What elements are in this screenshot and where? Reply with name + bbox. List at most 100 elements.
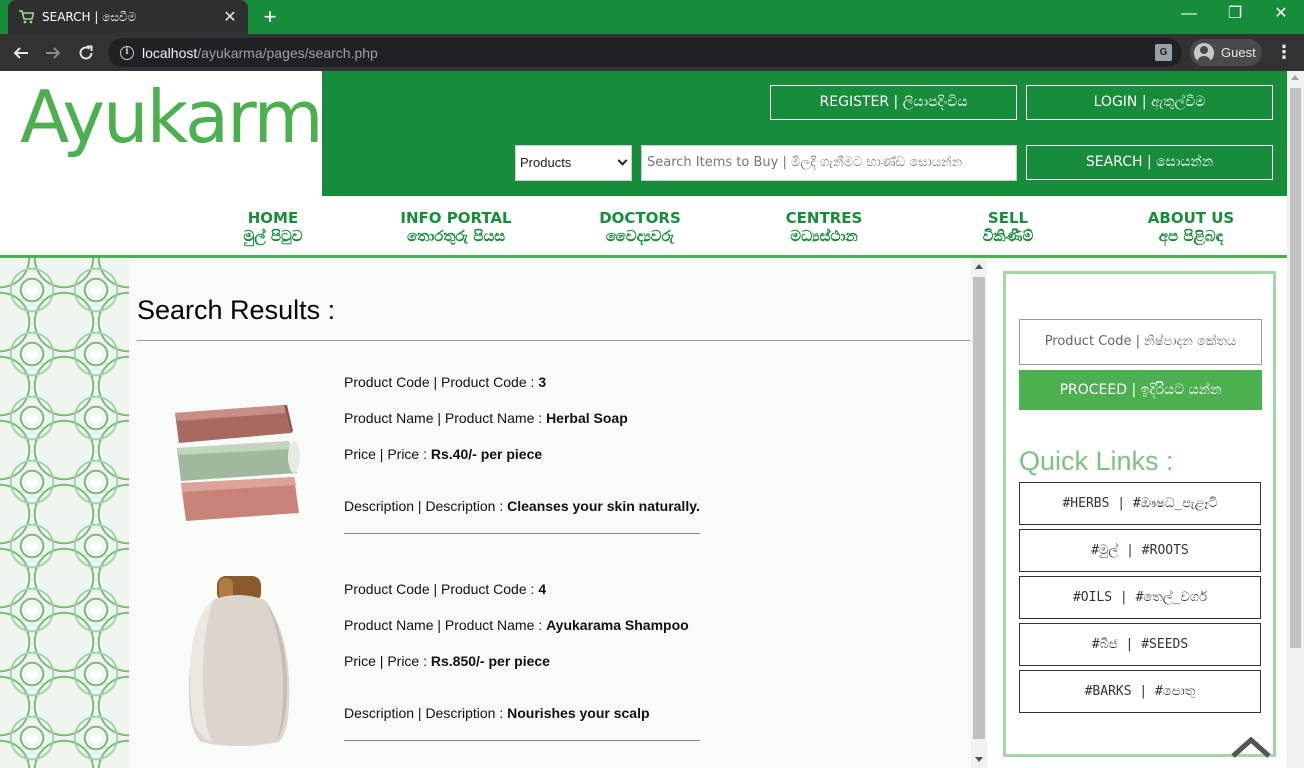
nav-label-en: INFO PORTAL [400,209,512,227]
site-logo[interactable]: Ayukarma [20,75,366,159]
scroll-to-top-icon[interactable] [1230,735,1272,759]
quick-link-oils[interactable]: #OILS | #තෙල්_වර්ග [1019,576,1261,619]
new-tab-button[interactable]: + [256,4,284,30]
product-name-label: Product Name | Product Name : [344,410,547,426]
category-select-value: Products [520,155,572,170]
soap-product-image [159,393,319,543]
product-price-label: Price | Price : [344,446,431,462]
nav-item-centres[interactable]: CENTRES මධ්‍යස්ථාන [744,209,904,245]
site-header: REGISTER | ලියාපදිංචිය LOGIN | ඇතුල්වීම … [322,71,1287,196]
product-price-value: Rs.40/- per piece [430,446,543,462]
search-button[interactable]: SEARCH | සොයන්න [1026,145,1273,180]
nav-label-si: වෛද්‍යවරු [605,227,675,245]
product-description-line: Description | Description : Cleanses you… [344,498,700,514]
product-code-value: 4 [538,581,547,597]
kebab-menu-icon[interactable]: ⋮ [1275,40,1293,66]
logo-area: Ayukarma [0,71,366,196]
url-field[interactable]: i localhost/ayukarma/pages/search.php G [108,38,1182,67]
product-name-value: Ayukarama Shampoo [546,617,689,633]
nav-item-about-us[interactable]: ABOUT US අප පිළිබඳ [1111,209,1271,245]
product-name-value: Herbal Soap [546,410,628,426]
divider [344,740,700,741]
profile-label: Guest [1221,45,1256,60]
product-name-line: Product Name | Product Name : Herbal Soa… [344,410,628,426]
close-window-button[interactable]: ✕ [1258,0,1304,30]
search-results-panel: Search Results : Product Code | Product … [129,258,971,768]
product-price-label: Price | Price : [344,653,431,669]
scroll-down-arrow-icon[interactable] [975,757,983,762]
profile-button[interactable]: Guest [1190,39,1262,66]
scroll-up-arrow-icon[interactable] [1291,75,1299,80]
sidebar-panel: Product Code | නිෂ්පාදන කේතය PROCEED | ඉ… [1003,271,1276,757]
register-button[interactable]: REGISTER | ලියාපදිංචිය [770,85,1017,120]
product-name-label: Product Name | Product Name : [344,617,547,633]
product-code-label: Product Code | Product Code : [344,581,539,597]
quick-link-herbs[interactable]: #HERBS | #ඖෂධ_පැළෑටි [1019,482,1261,525]
nav-label-en: HOME [247,209,299,227]
tab-title: SEARCH | සෙවීම [42,9,137,24]
decorative-pattern [0,258,129,768]
nav-item-sell[interactable]: SELL විකිණීම් [928,209,1088,245]
category-select[interactable]: Products [515,145,632,181]
product-code-line: Product Code | Product Code : 3 [344,374,546,390]
tab-close-icon[interactable]: ✕ [222,7,238,27]
product-card: Product Code | Product Code : 4 Product … [129,570,971,768]
nav-item-info-portal[interactable]: INFO PORTAL තොරතුරු පියස [376,209,536,245]
nav-label-en: CENTRES [785,209,863,227]
maximize-button[interactable]: ❐ [1212,0,1258,30]
page-title: Search Results : [137,295,336,325]
quick-link-roots[interactable]: #මුල් | #ROOTS [1019,529,1261,572]
product-description-line: Description | Description : Nourishes yo… [344,705,650,721]
chevron-down-icon [617,155,628,166]
product-code-value: 3 [538,374,547,390]
nav-label-en: ABOUT US [1147,209,1235,227]
url-path: /ayukarma/pages/search.php [197,44,378,61]
product-description-label: Description | Description : [344,705,508,721]
proceed-button[interactable]: PROCEED | ඉදිරියට යන්න [1019,370,1262,410]
divider [344,533,700,534]
scrollbar-thumb[interactable] [973,277,985,739]
back-arrow-icon[interactable] [8,40,34,66]
nav-label-en: DOCTORS [599,209,681,227]
quick-links-title: Quick Links : [1019,446,1174,476]
avatar-icon [1194,42,1214,63]
nav-item-doctors[interactable]: DOCTORS වෛද්‍යවරු [560,209,720,245]
search-input[interactable]: Search Items to Buy | මිලදී ගැනීමට භාණ්ඩ… [641,145,1017,181]
product-code-input[interactable]: Product Code | නිෂ්පාදන කේතය [1019,319,1262,365]
divider [137,340,970,341]
scrollbar-thumb[interactable] [1290,88,1301,648]
quick-link-seeds[interactable]: #බීජ | #SEEDS [1019,623,1261,666]
forward-arrow-icon[interactable] [40,40,66,66]
product-description-label: Description | Description : [344,498,508,514]
nav-item-home[interactable]: HOME මුල් පිටුව [193,209,353,245]
results-scrollbar[interactable] [971,258,987,768]
product-name-line: Product Name | Product Name : Ayukarama … [344,617,689,633]
browser-tab-bar: SEARCH | සෙවීම ✕ + — ❐ ✕ [0,0,1304,34]
browser-tab[interactable]: SEARCH | සෙවීම ✕ [8,0,248,34]
minimize-button[interactable]: — [1166,0,1212,30]
product-price-line: Price | Price : Rs.850/- per piece [344,653,550,669]
product-price-value: Rs.850/- per piece [430,653,550,669]
nav-label-si: මධ්‍යස්ථාන [790,227,858,245]
product-code-label: Product Code | Product Code : [344,374,539,390]
nav-label-en: SELL [987,209,1029,227]
login-button[interactable]: LOGIN | ඇතුල්වීම [1026,85,1273,120]
nav-label-si: මුල් පිටුව [243,227,303,245]
reload-icon[interactable] [73,40,99,66]
main-nav: HOME මුල් පිටුව INFO PORTAL තොරතුරු පියස… [0,196,1287,258]
cart-icon [18,10,34,24]
web-page: Ayukarma REGISTER | ලියාපදිංචිය LOGIN | … [0,71,1287,768]
info-icon[interactable]: i [120,45,134,60]
nav-label-si: අප පිළිබඳ [1158,227,1224,245]
product-description-value: Nourishes your scalp [507,705,650,721]
nav-label-si: තොරතුරු පියස [406,227,506,245]
product-price-line: Price | Price : Rs.40/- per piece [344,446,542,462]
scroll-up-arrow-icon[interactable] [975,264,983,269]
quick-link-barks[interactable]: #BARKS | #පොතු [1019,670,1261,713]
page-scrollbar[interactable] [1287,71,1304,768]
shampoo-product-image [179,570,299,755]
nav-label-si: විකිණීම් [982,227,1034,245]
product-description-value: Cleanses your skin naturally. [507,498,700,514]
product-code-line: Product Code | Product Code : 4 [344,581,546,597]
translate-icon[interactable]: G [1155,44,1172,61]
